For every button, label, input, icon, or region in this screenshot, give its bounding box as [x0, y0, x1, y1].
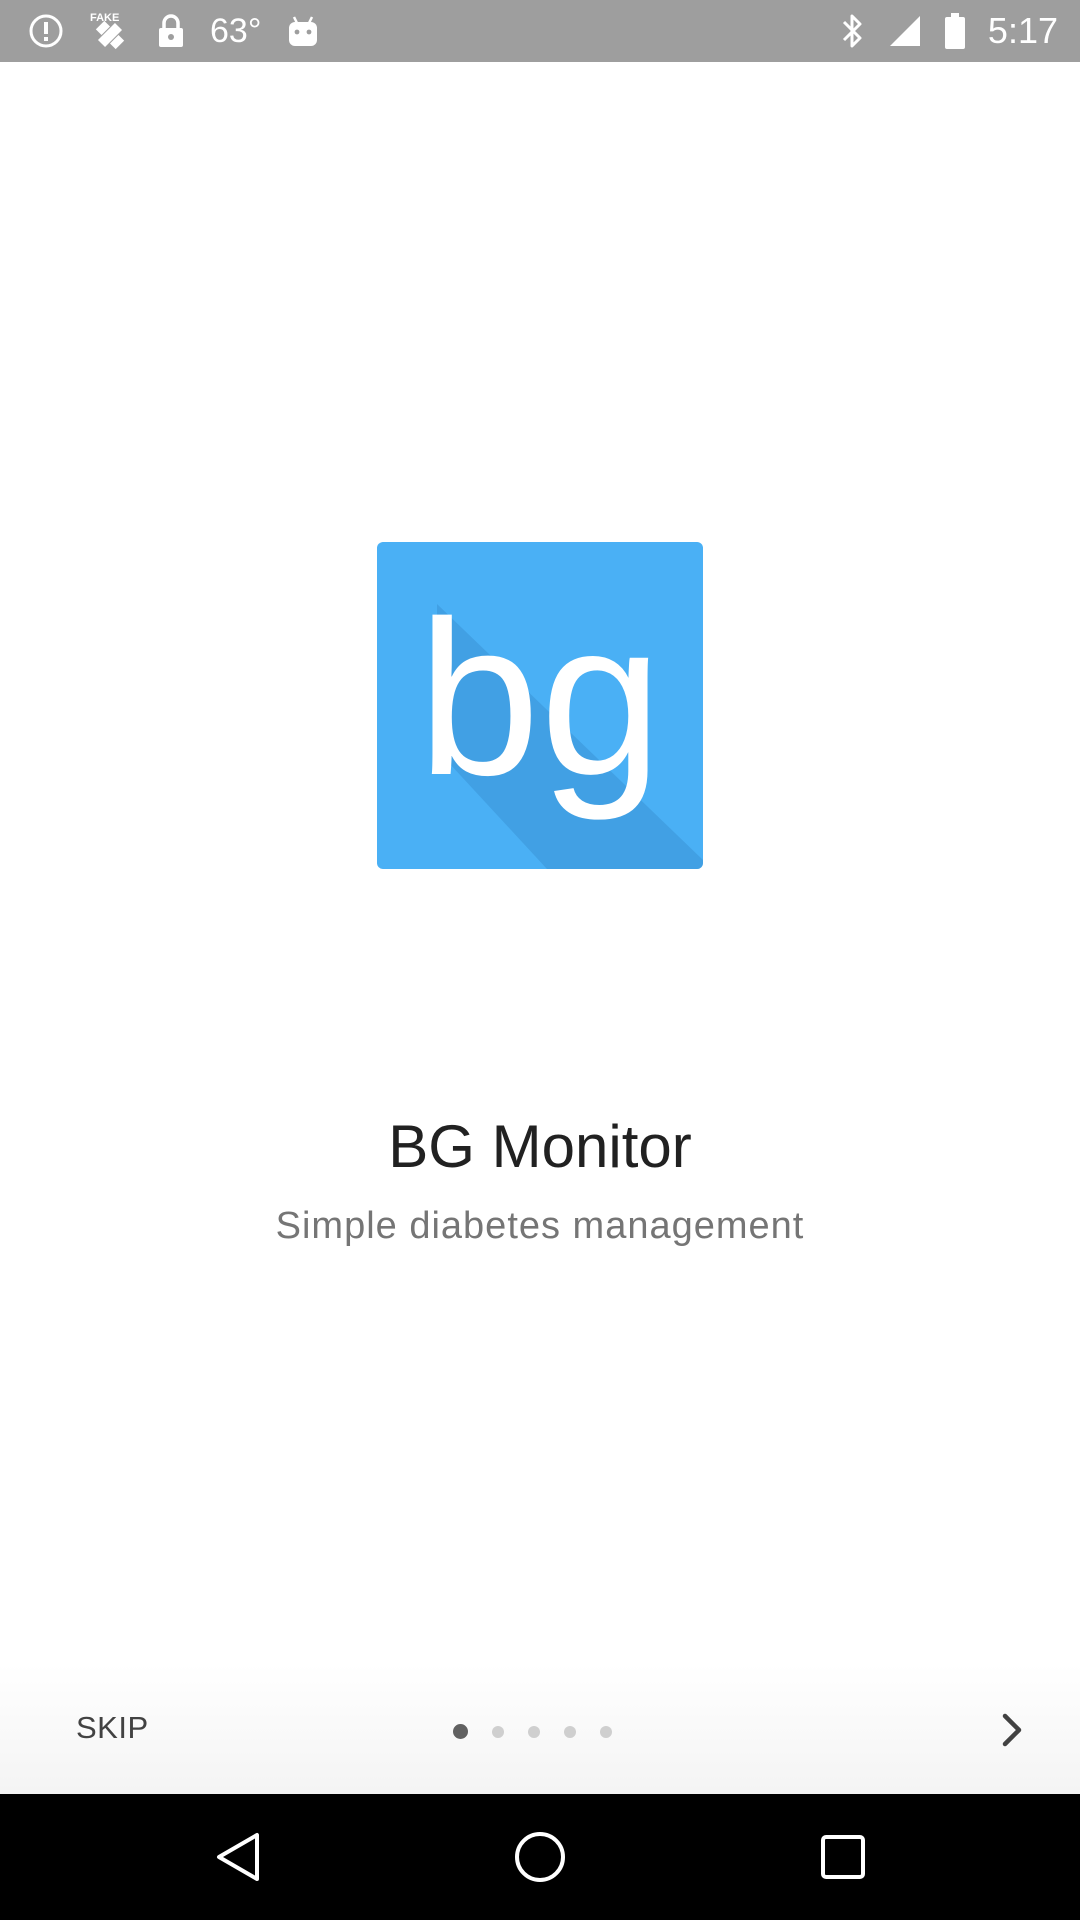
home-button[interactable]: [480, 1794, 600, 1920]
page-dot-4: [564, 1725, 576, 1738]
lock-icon: [156, 13, 186, 49]
back-icon: [217, 1833, 259, 1881]
navigation-bar: [0, 1794, 1080, 1920]
alert-circle-icon: [28, 13, 64, 49]
signal-icon: [888, 14, 922, 48]
onboarding-screen: FAKE 63° 5:17 bg BG Monitor Simple diabe…: [0, 0, 1080, 1920]
recents-button[interactable]: [783, 1794, 903, 1920]
home-icon: [515, 1832, 565, 1882]
page-dot-3: [528, 1725, 540, 1738]
temperature-text: 63°: [210, 11, 262, 50]
page-dot-2: [492, 1725, 504, 1738]
fake-gps-icon: FAKE: [88, 9, 132, 53]
clock-text: 5:17: [987, 10, 1058, 51]
app-subtitle: Simple diabetes management: [275, 1205, 805, 1247]
status-bar: FAKE 63° 5:17: [0, 0, 1080, 62]
page-indicator: [453, 1724, 612, 1739]
app-title: BG Monitor: [388, 1113, 692, 1180]
status-bar-left: FAKE 63°: [0, 0, 321, 62]
app-logo: bg: [377, 542, 703, 869]
bluetooth-icon: [840, 12, 866, 50]
android-icon: [285, 13, 321, 49]
next-button[interactable]: [992, 1710, 1032, 1750]
skip-button[interactable]: SKIP: [76, 1710, 149, 1746]
chevron-right-icon: [1002, 1713, 1022, 1747]
status-bar-right: 5:17: [840, 0, 1080, 62]
recents-icon: [821, 1835, 865, 1879]
back-button[interactable]: [177, 1794, 297, 1920]
page-dot-5: [600, 1725, 612, 1738]
logo-text: bg: [418, 575, 663, 821]
battery-icon: [944, 12, 966, 50]
page-dot-1: [453, 1724, 468, 1739]
